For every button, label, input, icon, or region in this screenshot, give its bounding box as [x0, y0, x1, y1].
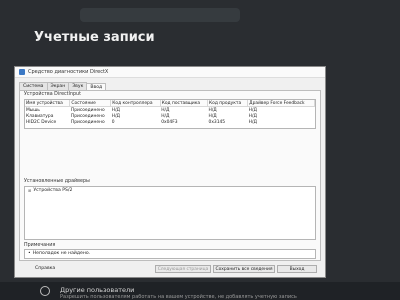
dxdiag-app-icon: [19, 69, 25, 75]
notes-box: • Неполадок не найдено.: [24, 249, 316, 259]
note-text: Неполадок не найдено.: [32, 251, 91, 256]
tab-display[interactable]: Экран: [46, 82, 70, 90]
table-cell: 0x04F3: [161, 119, 178, 125]
table-row[interactable]: HID2C Device Присоединено 0 0x04F3 0x314…: [25, 119, 315, 125]
table-cell: 0x3145: [208, 119, 226, 125]
page-title: Учетные записи: [34, 30, 155, 45]
bullet-icon: •: [28, 251, 31, 256]
help-button[interactable]: Справка: [35, 266, 55, 271]
save-all-info-button[interactable]: Сохранить все сведения: [213, 265, 275, 273]
table-cell: Присоединено: [70, 113, 105, 119]
window-title: Средство диагностики DirectX: [28, 69, 109, 75]
table-cell: Н/Д: [248, 119, 257, 125]
tab-system[interactable]: Система: [19, 82, 48, 90]
other-users-title: Другие пользователи: [60, 286, 135, 294]
title-bar[interactable]: Средство диагностики DirectX: [15, 67, 325, 78]
tree-item[interactable]: ⊞ Устройства PS/2: [25, 187, 315, 194]
dxdiag-window: Средство диагностики DirectX Система Экр…: [14, 66, 326, 278]
expand-icon[interactable]: ⊞: [28, 188, 31, 193]
tree-item-label: Устройства PS/2: [33, 188, 73, 193]
notes-group-label: Примечания: [24, 243, 56, 248]
settings-search-box[interactable]: [80, 8, 240, 22]
devices-group-label: Устройства DirectInput: [24, 92, 81, 97]
list-item: • Неполадок не найдено.: [25, 250, 315, 257]
table-cell: 0: [111, 119, 115, 125]
drivers-group-label: Установленные драйверы: [24, 179, 90, 184]
other-users-description: Разрешить пользователям работать на ваше…: [60, 294, 297, 300]
table-cell: Присоединено: [70, 119, 105, 125]
input-tab-panel: Устройства DirectInput Имя устройства Со…: [19, 90, 321, 261]
drivers-tree[interactable]: ⊞ Устройства PS/2: [24, 186, 316, 240]
exit-button[interactable]: Выход: [277, 265, 317, 273]
next-page-button[interactable]: Следующая страница: [155, 265, 211, 273]
devices-table[interactable]: Имя устройства Состояние Код контроллера…: [24, 99, 316, 129]
tab-sound[interactable]: Звук: [68, 82, 88, 90]
table-cell: Присоединено: [70, 107, 105, 113]
tab-strip: Система Экран Звук Ввод: [15, 78, 325, 91]
users-icon: [40, 286, 50, 296]
table-cell: HID2C Device: [26, 119, 57, 125]
